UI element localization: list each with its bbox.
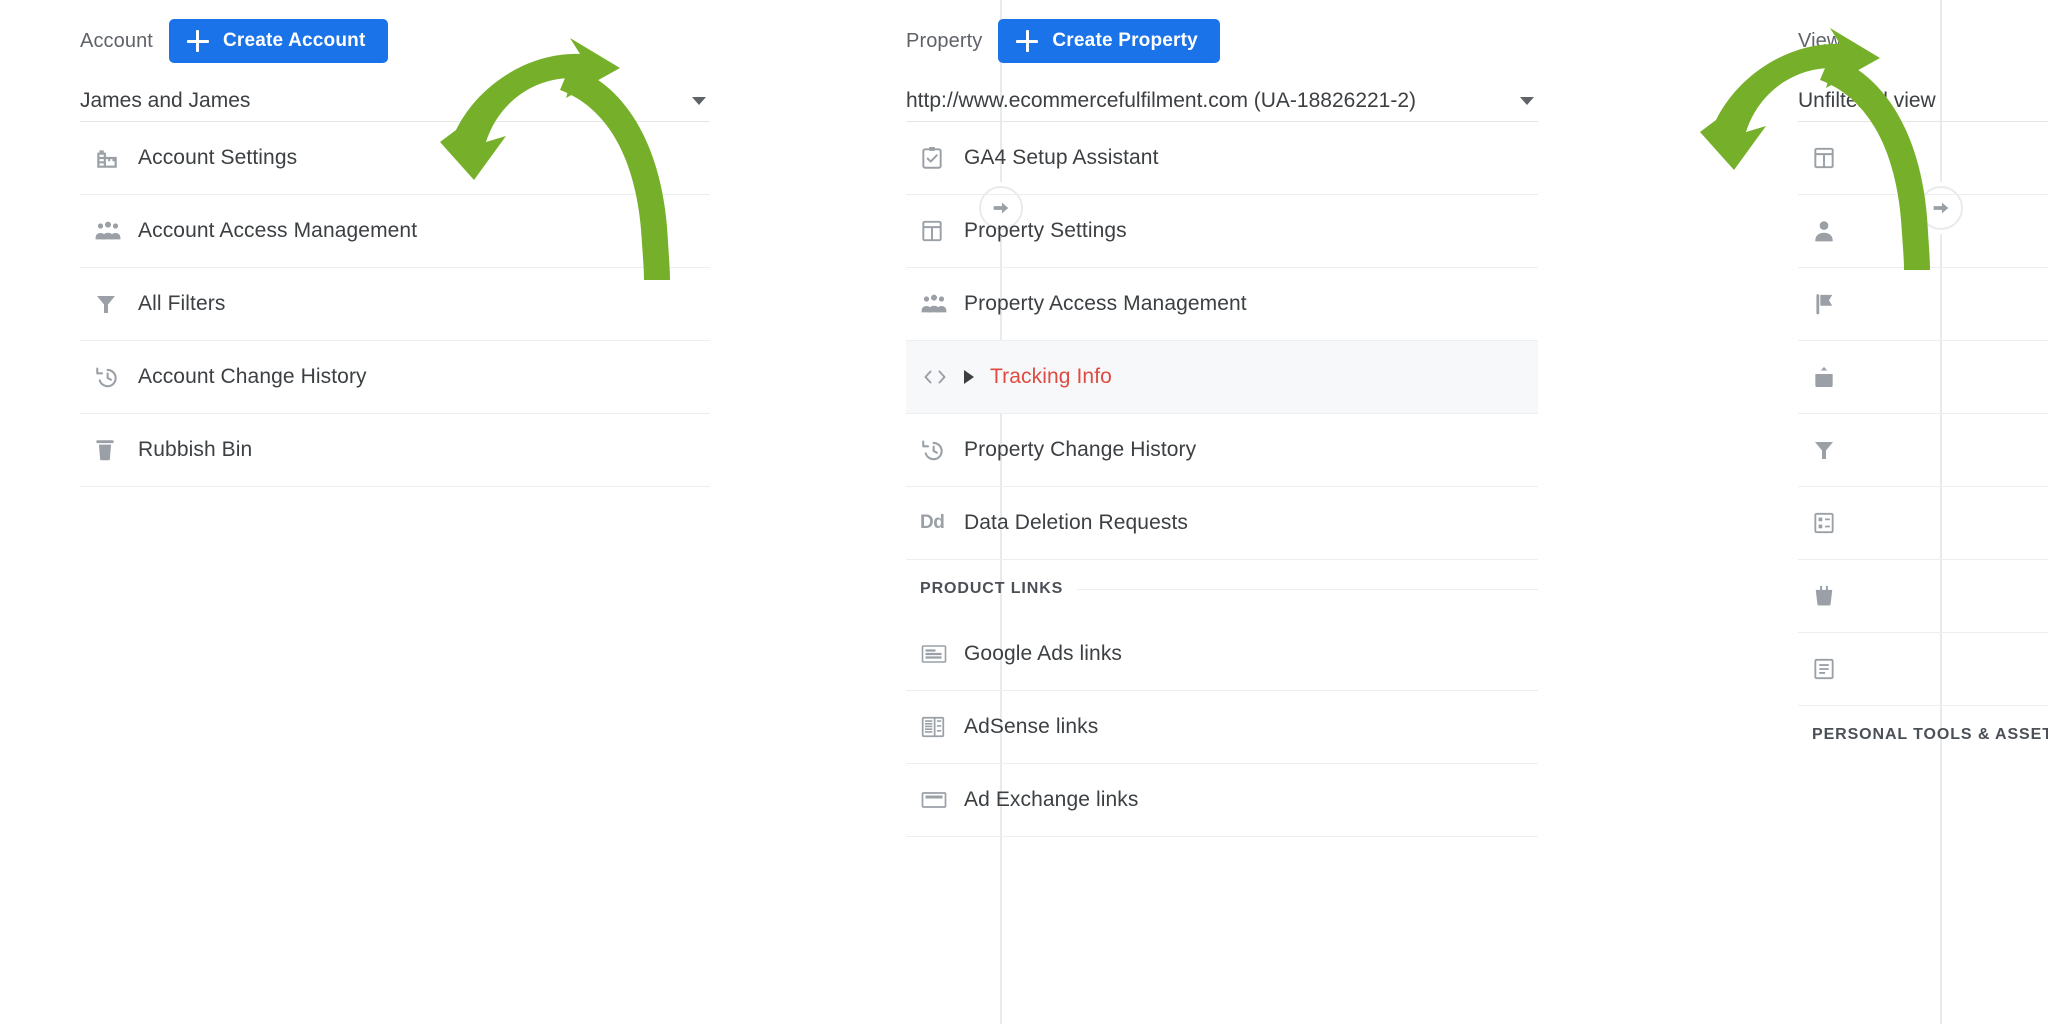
- account-column: Account Create Account James and James A…: [0, 0, 890, 1024]
- account-menu-item-change-history[interactable]: Account Change History: [80, 341, 710, 414]
- account-menu-list: Account Settings Account Access Manageme…: [80, 122, 710, 487]
- account-menu-item-all-filters[interactable]: All Filters: [80, 268, 710, 341]
- building-icon: [94, 145, 138, 171]
- property-menu-item-label: Property Settings: [964, 219, 1127, 242]
- calculated-metric-icon: [1812, 656, 1856, 682]
- clipboard-check-icon: [920, 145, 964, 171]
- property-menu-item-label: Property Change History: [964, 438, 1197, 461]
- plus-icon: [186, 30, 209, 52]
- section-divider: [1077, 588, 1538, 590]
- account-menu-item-label: Account Access Management: [138, 219, 418, 242]
- property-menu-item-label: AdSense links: [964, 715, 1099, 738]
- code-icon: [920, 365, 964, 389]
- personal-tools-label: PERSONAL TOOLS & ASSETS: [1812, 726, 2048, 743]
- property-menu-item-label: Property Access Management: [964, 292, 1247, 315]
- trash-icon: [94, 437, 138, 463]
- plus-icon: [1016, 30, 1039, 52]
- funnel-icon: [1812, 437, 1856, 463]
- property-menu-item-ga4-setup-assistant[interactable]: GA4 Setup Assistant: [906, 122, 1538, 195]
- property-menu-item-tracking-info[interactable]: Tracking Info: [906, 341, 1538, 414]
- create-account-label: Create Account: [222, 30, 366, 51]
- property-menu-item-google-ads-links[interactable]: Google Ads links: [906, 618, 1538, 691]
- account-menu-item-settings[interactable]: Account Settings: [80, 122, 710, 195]
- history-icon: [920, 437, 964, 463]
- account-menu-item-access-management[interactable]: Account Access Management: [80, 195, 710, 268]
- personal-tools-section-header: PERSONAL TOOLS & ASSETS: [1798, 706, 2048, 764]
- account-menu-item-rubbish-bin[interactable]: Rubbish Bin: [80, 414, 710, 487]
- view-menu-item-calculated-metrics[interactable]: [1798, 633, 2048, 706]
- ga-admin-panel: Account Create Account James and James A…: [0, 0, 2048, 1024]
- ads-card-icon: [920, 642, 964, 666]
- view-selector[interactable]: Unfiltered view: [1798, 80, 2048, 122]
- property-column-header: Property Create Property: [906, 19, 1780, 63]
- property-menu-item-adsense-links[interactable]: AdSense links: [906, 691, 1538, 764]
- account-label: Account: [80, 29, 153, 52]
- property-menu-item-access-management[interactable]: Property Access Management: [906, 268, 1538, 341]
- account-selector-value: James and James: [80, 88, 251, 112]
- history-icon: [94, 364, 138, 390]
- create-account-button[interactable]: Create Account: [168, 19, 388, 63]
- create-property-button[interactable]: Create Property: [998, 19, 1220, 63]
- view-menu-list: PERSONAL TOOLS & ASSETS: [1798, 122, 2048, 764]
- property-label: Property: [906, 29, 983, 52]
- property-selector-value: http://www.ecommercefulfilment.com (UA-1…: [906, 88, 1417, 112]
- property-selector[interactable]: http://www.ecommercefulfilment.com (UA-1…: [906, 80, 1538, 122]
- gear-icon: [1812, 145, 1856, 171]
- property-menu-item-label: GA4 Setup Assistant: [964, 146, 1159, 169]
- triangle-right-icon: [964, 370, 974, 384]
- view-label: View: [1798, 29, 1842, 52]
- content-group-icon: [1812, 364, 1856, 390]
- view-column: View Unfiltered view PERSONAL TOOLS & AS…: [1780, 0, 2048, 1024]
- property-menu-item-label: Tracking Info: [990, 365, 1112, 388]
- goal-flag-icon: [1812, 291, 1856, 317]
- people-icon: [94, 218, 138, 244]
- account-menu-item-label: Account Change History: [138, 365, 367, 388]
- chevron-down-icon: [692, 96, 706, 105]
- view-menu-item-filters[interactable]: [1798, 414, 2048, 487]
- account-menu-item-label: Account Settings: [138, 146, 298, 169]
- funnel-icon: [94, 291, 138, 317]
- channel-settings-icon: [1812, 510, 1856, 536]
- view-menu-item-view-access-management[interactable]: [1798, 195, 2048, 268]
- account-menu-item-label: All Filters: [138, 292, 226, 315]
- people-icon: [920, 291, 964, 317]
- property-menu-item-ad-exchange-links[interactable]: Ad Exchange links: [906, 764, 1538, 837]
- property-menu-item-label: Data Deletion Requests: [964, 511, 1188, 534]
- property-menu-item-label: Google Ads links: [964, 642, 1123, 665]
- property-menu-list: GA4 Setup Assistant Property Settings Pr…: [906, 122, 1538, 837]
- account-menu-item-label: Rubbish Bin: [138, 438, 253, 461]
- view-column-header: View: [1798, 22, 2048, 60]
- product-links-label: PRODUCT LINKS: [920, 580, 1064, 597]
- create-property-label: Create Property: [1052, 30, 1198, 51]
- property-menu-item-label: Ad Exchange links: [964, 788, 1139, 811]
- property-menu-item-data-deletion-requests[interactable]: Dd Data Deletion Requests: [906, 487, 1538, 560]
- account-selector[interactable]: James and James: [80, 80, 710, 122]
- view-selector-value: Unfiltered view: [1798, 88, 1936, 112]
- view-menu-item-content-grouping[interactable]: [1798, 341, 2048, 414]
- ecommerce-icon: [1812, 583, 1856, 609]
- adexchange-icon: [920, 788, 964, 812]
- chevron-down-icon: [1520, 96, 1534, 105]
- person-icon: [1812, 218, 1856, 244]
- adsense-icon: [920, 715, 964, 739]
- view-menu-item-view-settings[interactable]: [1798, 122, 2048, 195]
- view-menu-item-ecommerce-settings[interactable]: [1798, 560, 2048, 633]
- view-menu-item-channel-settings[interactable]: [1798, 487, 2048, 560]
- property-menu-item-change-history[interactable]: Property Change History: [906, 414, 1538, 487]
- property-column: Property Create Property http://www.ecom…: [890, 0, 1780, 1024]
- view-menu-item-goals[interactable]: [1798, 268, 2048, 341]
- expand-tracking-info-icon[interactable]: [964, 370, 990, 384]
- account-column-header: Account Create Account: [80, 19, 890, 63]
- product-links-section-header: PRODUCT LINKS: [906, 560, 1538, 618]
- dd-icon: Dd: [920, 512, 945, 533]
- property-menu-item-settings[interactable]: Property Settings: [906, 195, 1538, 268]
- layout-icon: [920, 218, 964, 244]
